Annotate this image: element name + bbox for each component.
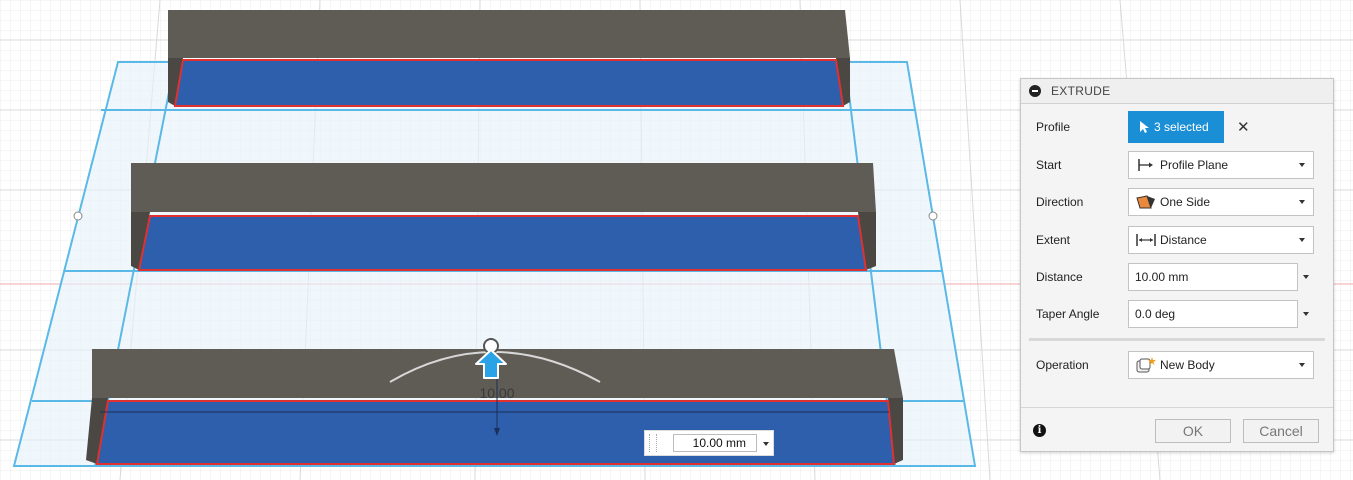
chevron-down-icon bbox=[1299, 238, 1305, 242]
one-side-icon bbox=[1135, 193, 1157, 211]
collapse-icon[interactable] bbox=[1029, 85, 1041, 97]
distance-label: Distance bbox=[1036, 270, 1083, 284]
distance-icon bbox=[1135, 231, 1157, 249]
direction-label: Direction bbox=[1036, 195, 1084, 209]
start-label: Start bbox=[1036, 158, 1062, 172]
chevron-down-icon[interactable] bbox=[763, 442, 769, 446]
plane-handle-left[interactable] bbox=[73, 211, 83, 221]
chevron-down-icon[interactable] bbox=[1303, 275, 1309, 279]
taper-angle-label: Taper Angle bbox=[1036, 307, 1100, 321]
dialog-title: EXTRUDE bbox=[1051, 84, 1111, 98]
direction-value: One Side bbox=[1160, 195, 1211, 209]
extent-label: Extent bbox=[1036, 233, 1071, 247]
distance-value-box[interactable]: 10.00 mm bbox=[673, 434, 757, 452]
extent-row: Extent Distance bbox=[1021, 224, 1333, 256]
profile-face-1[interactable] bbox=[173, 59, 845, 107]
distance-field[interactable]: 10.00 mm bbox=[1128, 263, 1298, 291]
operation-row: Operation New Body bbox=[1021, 349, 1333, 381]
chevron-down-icon bbox=[1299, 200, 1305, 204]
operation-dropdown[interactable]: New Body bbox=[1128, 351, 1314, 379]
profile-face-3[interactable] bbox=[95, 400, 896, 465]
extruded-body-2[interactable] bbox=[131, 163, 876, 271]
close-icon[interactable]: ✕ bbox=[1237, 118, 1250, 136]
profile-face-2[interactable] bbox=[137, 215, 868, 271]
section-divider bbox=[1029, 338, 1325, 341]
start-dropdown[interactable]: Profile Plane bbox=[1128, 151, 1314, 179]
extrude-dialog: EXTRUDE Profile 3 selected ✕ Start Profi… bbox=[1020, 78, 1334, 452]
taper-angle-row: Taper Angle 0.0 deg bbox=[1021, 298, 1333, 330]
manipulator-distance-label: 10.00 bbox=[479, 385, 514, 401]
new-body-icon bbox=[1135, 356, 1157, 374]
chevron-down-icon bbox=[1299, 363, 1305, 367]
direction-dropdown[interactable]: One Side bbox=[1128, 188, 1314, 216]
start-value: Profile Plane bbox=[1160, 158, 1229, 172]
operation-label: Operation bbox=[1036, 358, 1089, 372]
direction-row: Direction One Side bbox=[1021, 186, 1333, 218]
profile-plane-icon bbox=[1135, 156, 1157, 174]
distance-row: Distance 10.00 mm bbox=[1021, 261, 1333, 293]
extruded-body-1[interactable] bbox=[168, 10, 850, 107]
extent-value: Distance bbox=[1160, 233, 1207, 247]
chevron-down-icon[interactable] bbox=[1303, 312, 1309, 316]
ok-button[interactable]: OK bbox=[1155, 419, 1231, 443]
viewport-distance-input[interactable]: 10.00 mm bbox=[644, 430, 774, 456]
taper-angle-field[interactable]: 0.0 deg bbox=[1128, 300, 1298, 328]
profile-selection-text: 3 selected bbox=[1154, 120, 1209, 134]
drag-grip-icon[interactable] bbox=[649, 434, 657, 452]
cancel-button[interactable]: Cancel bbox=[1243, 419, 1319, 443]
cursor-arrow-icon bbox=[1140, 121, 1149, 133]
extent-dropdown[interactable]: Distance bbox=[1128, 226, 1314, 254]
dialog-header[interactable]: EXTRUDE bbox=[1021, 79, 1333, 104]
profile-row: Profile 3 selected ✕ bbox=[1021, 111, 1333, 143]
profile-select-button[interactable]: 3 selected bbox=[1128, 111, 1224, 143]
chevron-down-icon bbox=[1299, 163, 1305, 167]
operation-value: New Body bbox=[1160, 358, 1215, 372]
footer-divider bbox=[1021, 407, 1333, 408]
start-row: Start Profile Plane bbox=[1021, 149, 1333, 181]
profile-label: Profile bbox=[1036, 120, 1071, 134]
plane-handle-right[interactable] bbox=[928, 211, 938, 221]
info-icon[interactable]: i bbox=[1033, 424, 1046, 437]
